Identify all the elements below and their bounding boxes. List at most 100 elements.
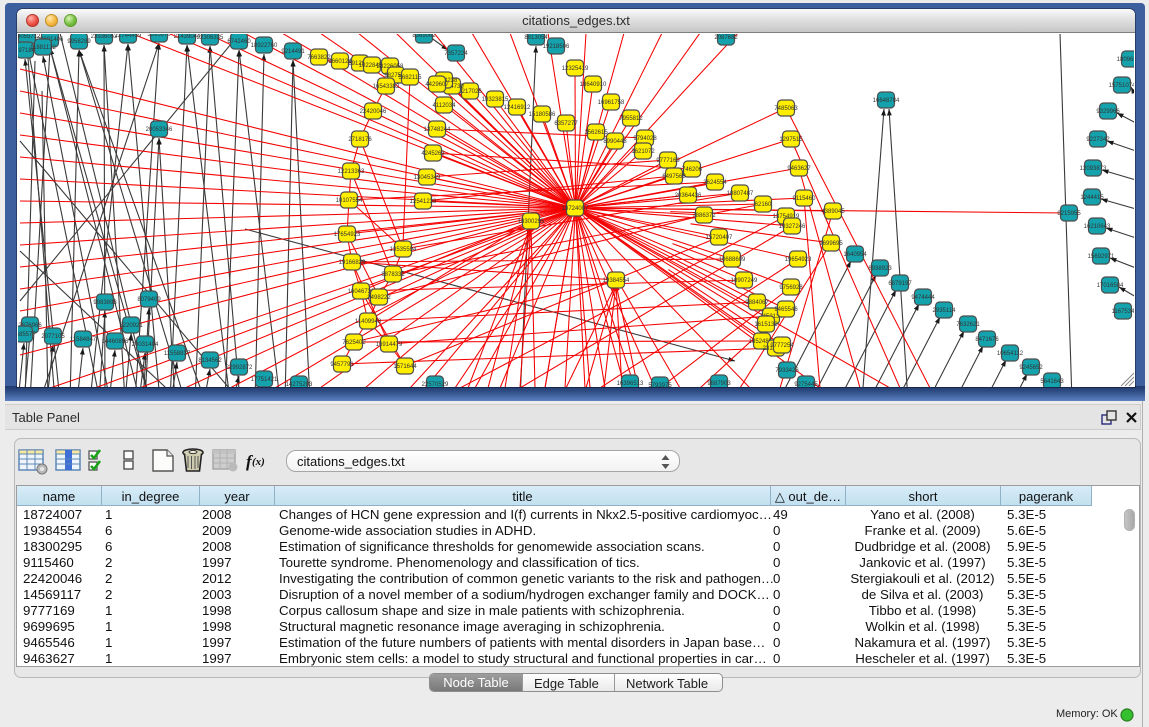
svg-text:13748244: 13748244 — [424, 127, 451, 133]
svg-text:17751421: 17751421 — [251, 377, 278, 383]
svg-text:6357277: 6357277 — [554, 121, 578, 127]
svg-text:22570529: 22570529 — [422, 382, 449, 387]
svg-text:3624554: 3624554 — [703, 180, 727, 186]
svg-text:10807487: 10807487 — [727, 191, 754, 197]
svg-text:1244415: 1244415 — [1080, 195, 1104, 201]
svg-text:1640954: 1640954 — [843, 252, 867, 258]
svg-text:22306335: 22306335 — [197, 35, 224, 41]
svg-text:746206: 746206 — [682, 167, 703, 173]
svg-text:18922760: 18922760 — [251, 43, 278, 49]
svg-text:12416912: 12416912 — [504, 105, 531, 111]
svg-text:14275203: 14275203 — [286, 382, 313, 387]
svg-text:2718176: 2718176 — [348, 137, 372, 143]
svg-text:12213363: 12213363 — [338, 169, 365, 175]
svg-text:9227342: 9227342 — [1086, 137, 1110, 143]
svg-text:9115460: 9115460 — [793, 196, 817, 202]
svg-text:6879197: 6879197 — [888, 281, 912, 287]
svg-text:12093873: 12093873 — [1080, 166, 1107, 172]
svg-text:9275445: 9275445 — [794, 382, 818, 387]
svg-text:4429607: 4429607 — [425, 82, 449, 88]
svg-text:1621072: 1621072 — [631, 149, 655, 155]
svg-text:9474444: 9474444 — [911, 295, 935, 301]
svg-text:8938923: 8938923 — [868, 266, 892, 272]
svg-text:22420046: 22420046 — [360, 109, 387, 115]
svg-text:2077105: 2077105 — [41, 334, 65, 340]
svg-text:9777254: 9777254 — [770, 343, 794, 349]
svg-text:9884067: 9884067 — [745, 300, 769, 306]
svg-text:7485063: 7485063 — [774, 106, 798, 112]
svg-text:8215955: 8215955 — [1057, 211, 1081, 217]
svg-text:9463627: 9463627 — [787, 166, 811, 172]
svg-text:2087682: 2087682 — [714, 35, 738, 41]
svg-text:15720407: 15720407 — [706, 235, 733, 241]
svg-text:7632621: 7632621 — [956, 322, 980, 328]
svg-text:5682115: 5682115 — [399, 75, 423, 81]
svg-text:18096865: 18096865 — [1117, 57, 1134, 63]
svg-text:8369062: 8369062 — [412, 34, 436, 39]
svg-text:8685577: 8685577 — [18, 332, 36, 338]
svg-text:18300295: 18300295 — [518, 219, 545, 225]
svg-text:16961758: 16961758 — [598, 100, 625, 106]
svg-text:10107554: 10107554 — [336, 198, 363, 204]
svg-text:10654112: 10654112 — [997, 351, 1024, 357]
svg-text:20031404: 20031404 — [132, 342, 159, 348]
svg-text:17016504: 17016504 — [1097, 283, 1124, 289]
svg-text:16914479: 16914479 — [376, 342, 403, 348]
svg-text:5641643: 5641643 — [1040, 379, 1064, 385]
svg-text:16543382: 16543382 — [373, 84, 400, 90]
svg-text:22744459: 22744459 — [115, 34, 142, 39]
svg-text:9777169: 9777169 — [656, 158, 680, 164]
svg-text:9457791: 9457791 — [330, 362, 354, 368]
svg-text:4245263: 4245263 — [421, 151, 445, 157]
svg-text:8990448: 8990448 — [603, 139, 627, 145]
svg-text:18907249: 18907249 — [731, 278, 758, 284]
svg-text:6742460: 6742460 — [227, 39, 251, 45]
svg-text:9756928: 9756928 — [779, 285, 803, 291]
svg-text:3395870: 3395870 — [147, 34, 171, 38]
svg-text:17654923: 17654923 — [334, 232, 361, 238]
svg-text:9214491: 9214491 — [281, 49, 305, 55]
svg-text:9887903: 9887903 — [707, 381, 731, 387]
svg-text:8878332: 8878332 — [381, 272, 405, 278]
svg-text:9245652: 9245652 — [1019, 365, 1043, 371]
svg-text:19166829: 19166829 — [339, 260, 366, 266]
svg-text:2935114: 2935114 — [933, 308, 957, 314]
svg-text:10327246: 10327246 — [779, 224, 806, 230]
svg-text:19218506: 19218506 — [543, 44, 570, 50]
svg-text:16210643: 16210643 — [1084, 224, 1111, 230]
svg-text:8471676: 8471676 — [975, 337, 999, 343]
svg-text:10688609: 10688609 — [719, 257, 746, 263]
svg-text:1571644: 1571644 — [393, 364, 417, 370]
svg-text:7955812: 7955812 — [619, 116, 643, 122]
svg-text:7886372: 7886372 — [692, 213, 716, 219]
svg-text:11558837: 11558837 — [164, 351, 191, 357]
svg-text:7933426: 7933426 — [775, 368, 799, 374]
svg-text:18724007: 18724007 — [562, 206, 589, 212]
svg-text:15692971: 15692971 — [1088, 254, 1115, 260]
svg-text:8079409: 8079409 — [137, 297, 161, 303]
svg-text:16396513: 16396513 — [617, 381, 644, 387]
svg-text:1615132: 1615132 — [754, 322, 778, 328]
svg-text:9983893: 9983893 — [93, 300, 117, 306]
svg-text:4389045: 4389045 — [821, 209, 845, 215]
svg-text:1167534: 1167534 — [1112, 309, 1134, 315]
svg-text:22992872: 22992872 — [226, 365, 253, 371]
svg-text:13045349: 13045349 — [414, 175, 441, 181]
svg-text:18640910: 18640910 — [580, 82, 607, 88]
svg-text:7357224: 7357224 — [444, 51, 468, 57]
svg-text:15180586: 15180586 — [529, 112, 556, 118]
svg-text:9699695: 9699695 — [819, 241, 843, 247]
svg-text:8813054: 8813054 — [524, 35, 548, 41]
svg-text:5793975: 5793975 — [648, 383, 672, 387]
svg-text:19654923: 19654923 — [785, 257, 812, 263]
svg-text:15751074: 15751074 — [1109, 83, 1134, 89]
svg-text:62160: 62160 — [755, 202, 772, 208]
svg-text:11881122: 11881122 — [30, 45, 56, 51]
svg-text:11584847: 11584847 — [70, 337, 97, 343]
svg-text:14460856: 14460856 — [102, 339, 129, 345]
svg-text:13535594: 13535594 — [390, 247, 417, 253]
svg-text:6497568: 6497568 — [662, 174, 686, 180]
svg-text:9465546: 9465546 — [774, 307, 798, 313]
svg-text:4112034: 4112034 — [433, 103, 457, 109]
svg-text:1562615: 1562615 — [584, 130, 608, 136]
